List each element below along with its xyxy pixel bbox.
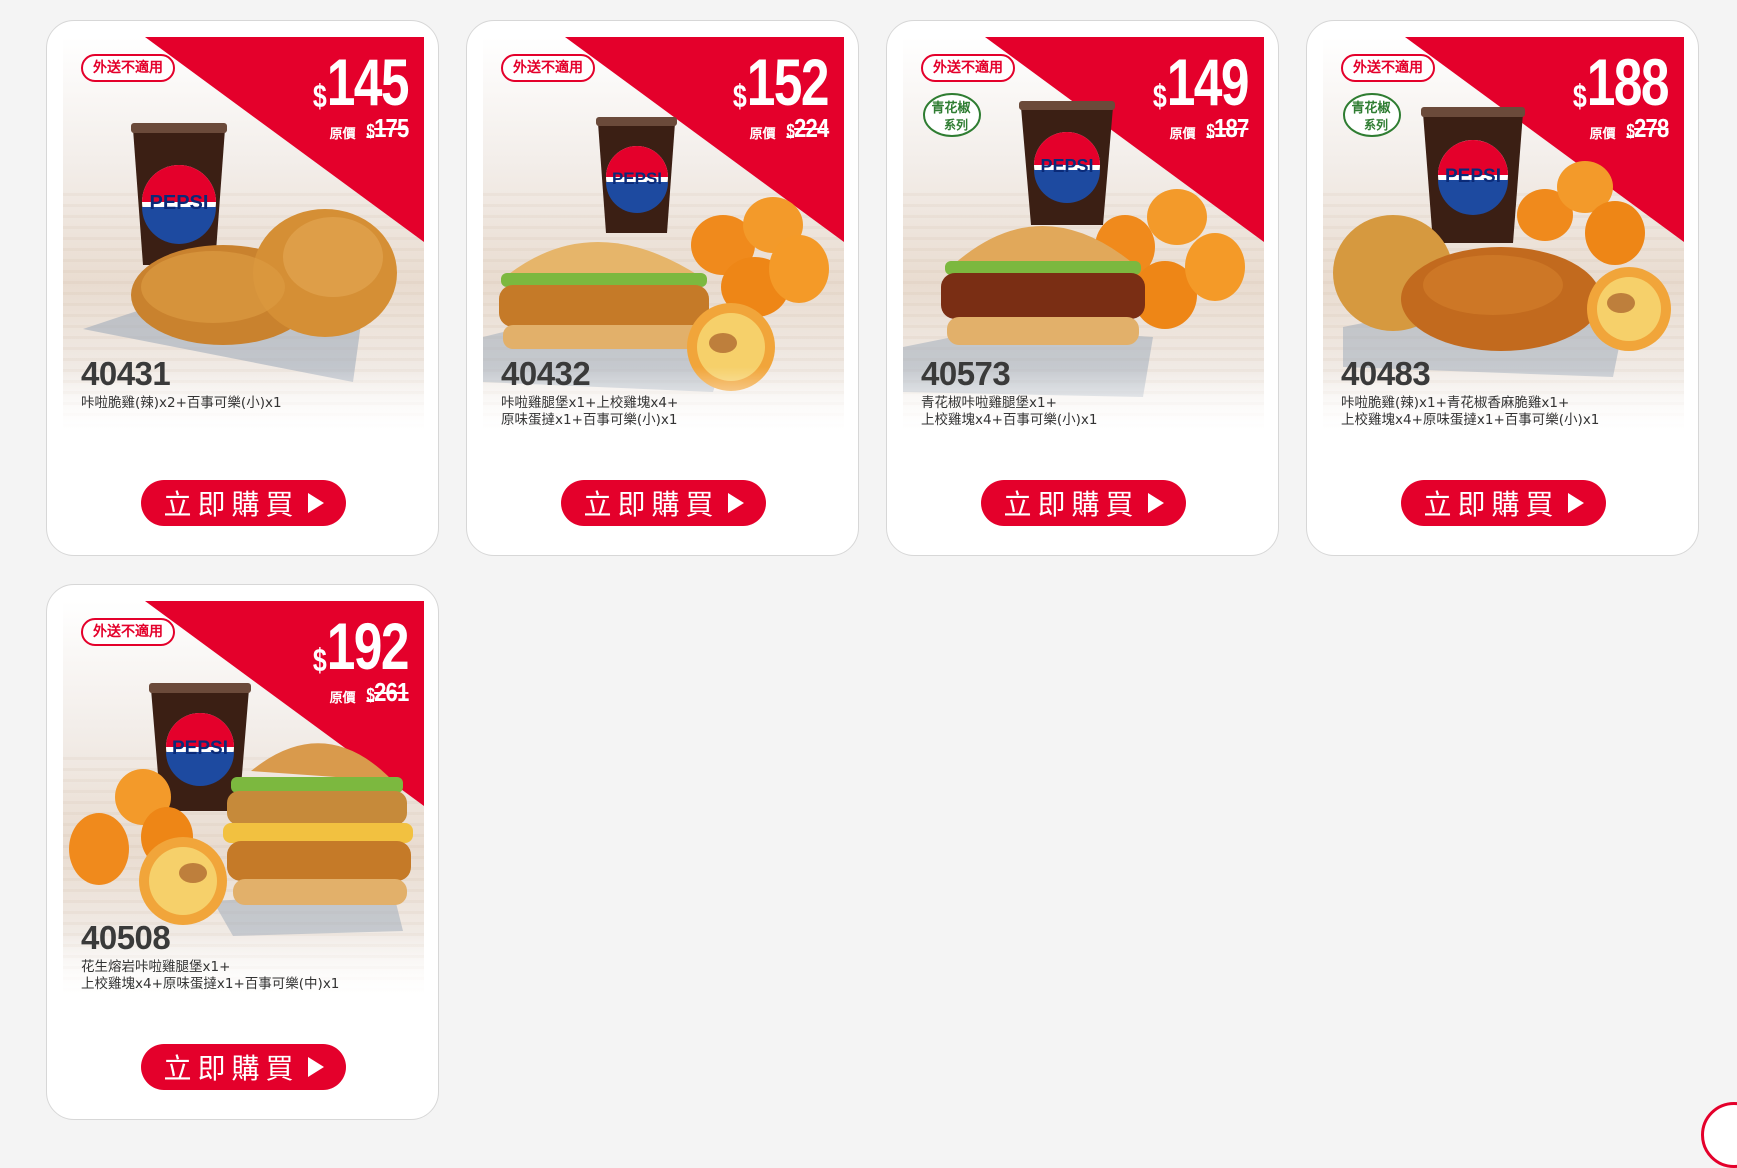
- combo-code: 40431: [81, 355, 171, 392]
- sale-price: $152: [732, 45, 830, 119]
- combo-card[interactable]: PEPSI 外送不適用 青花椒 系列 $188 原價 $278 40483 咔啦…: [1306, 20, 1699, 556]
- combo-card[interactable]: PEPSI 外送不適用 $145 原價 $175 40431 咔啦脆雞(辣)x2+…: [46, 20, 439, 556]
- svg-text:PEPSI: PEPSI: [172, 738, 228, 759]
- svg-text:PEPSI: PEPSI: [612, 169, 662, 188]
- play-arrow-icon: [1567, 493, 1584, 513]
- combo-description: 青花椒咔啦雞腿堡x1+ 上校雞塊x4+百事可樂(小)x1: [921, 395, 1098, 428]
- svg-text:青花椒: 青花椒: [1351, 100, 1390, 116]
- sale-price: $145: [312, 45, 410, 119]
- combo-code: 40573: [921, 355, 1011, 392]
- egg-tart-icon: [1587, 267, 1671, 351]
- combo-code: 40483: [1341, 355, 1431, 392]
- no-delivery-badge: 外送不適用: [1341, 54, 1435, 82]
- burger-icon: [499, 242, 709, 349]
- buy-now-label: 立即購買: [1003, 488, 1140, 521]
- combo-poster[interactable]: PEPSI 外送不適用 青花椒 系列 $188 原價 $278 40483 咔啦…: [1323, 37, 1684, 448]
- floating-action-button[interactable]: [1701, 1102, 1737, 1168]
- combo-description: 咔啦雞腿堡x1+上校雞塊x4+ 原味蛋撻x1+百事可樂(小)x1: [501, 395, 679, 428]
- combo-description: 咔啦脆雞(辣)x1+青花椒香麻脆雞x1+ 上校雞塊x4+原味蛋撻x1+百事可樂(…: [1341, 395, 1600, 428]
- no-delivery-badge: 外送不適用: [81, 54, 175, 82]
- price-block: $188 原價 $278: [1546, 45, 1670, 144]
- egg-tart-icon: [139, 837, 227, 925]
- green-pepper-series-badge-icon: 青花椒 系列: [1343, 93, 1401, 137]
- combo-description: 咔啦脆雞(辣)x2+百事可樂(小)x1: [81, 395, 282, 411]
- buy-now-button[interactable]: 立即購買: [561, 480, 766, 526]
- svg-text:青花椒: 青花椒: [931, 100, 970, 116]
- green-pepper-series-badge-icon: 青花椒 系列: [923, 93, 981, 137]
- combo-poster[interactable]: PEPSI 外送不適用 $145 原價 $175 40431 咔啦脆雞(辣)x2+…: [63, 37, 424, 448]
- combo-code: 40432: [501, 355, 591, 392]
- play-arrow-icon: [307, 1057, 324, 1077]
- price-block: $192 原價 $261: [286, 609, 410, 708]
- sale-price: $188: [1572, 45, 1670, 119]
- buy-now-button[interactable]: 立即購買: [981, 480, 1186, 526]
- sale-price: $149: [1152, 45, 1250, 119]
- price-block: $152 原價 $224: [706, 45, 830, 144]
- combo-card[interactable]: PEPSI: [46, 584, 439, 1120]
- combo-poster[interactable]: PEPSI: [483, 37, 844, 448]
- buy-now-label: 立即購買: [583, 488, 720, 521]
- svg-text:PEPSI: PEPSI: [1445, 166, 1501, 187]
- combo-poster[interactable]: PEPSI: [63, 601, 424, 1012]
- play-arrow-icon: [307, 493, 324, 513]
- no-delivery-badge: 外送不適用: [921, 54, 1015, 82]
- pepsi-cup-icon: PEPSI: [131, 123, 227, 265]
- buy-now-label: 立即購買: [163, 1052, 300, 1085]
- buy-now-button[interactable]: 立即購買: [141, 480, 346, 526]
- price-block: $145 原價 $175: [286, 45, 410, 144]
- nuggets-icon: [691, 197, 829, 317]
- no-delivery-badge: 外送不適用: [501, 54, 595, 82]
- pepsi-cup-icon: PEPSI: [596, 117, 677, 233]
- combo-code: 40508: [81, 919, 171, 956]
- svg-text:PEPSI: PEPSI: [150, 192, 209, 214]
- buy-now-label: 立即購買: [163, 488, 300, 521]
- sale-price: $192: [312, 609, 410, 683]
- play-arrow-icon: [1147, 493, 1164, 513]
- svg-text:PEPSI: PEPSI: [1040, 156, 1093, 176]
- play-arrow-icon: [727, 493, 744, 513]
- svg-text:系列: 系列: [1364, 117, 1388, 132]
- price-block: $149 原價 $187: [1126, 45, 1250, 144]
- pepsi-cup-icon: PEPSI: [1421, 107, 1525, 243]
- combo-description: 花生熔岩咔啦雞腿堡x1+ 上校雞塊x4+原味蛋撻x1+百事可樂(中)x1: [81, 959, 340, 992]
- svg-text:系列: 系列: [944, 117, 968, 132]
- buy-now-button[interactable]: 立即購買: [141, 1044, 346, 1090]
- combo-card[interactable]: PEPSI: [466, 20, 859, 556]
- buy-now-label: 立即購買: [1423, 488, 1560, 521]
- no-delivery-badge: 外送不適用: [81, 618, 175, 646]
- combo-grid: PEPSI 外送不適用 $145 原價 $175 40431 咔啦脆雞(辣)x2+…: [0, 0, 1737, 1168]
- combo-card[interactable]: PEPSI 外送不適用 青花椒 系列 $149 原價 $187 40573 青花…: [886, 20, 1279, 556]
- burger-icon: [223, 743, 413, 905]
- buy-now-button[interactable]: 立即購買: [1401, 480, 1606, 526]
- combo-poster[interactable]: PEPSI 外送不適用 青花椒 系列 $149 原價 $187 40573 青花…: [903, 37, 1264, 448]
- nuggets-icon: [1517, 161, 1645, 265]
- pepsi-cup-icon: PEPSI: [1019, 101, 1115, 225]
